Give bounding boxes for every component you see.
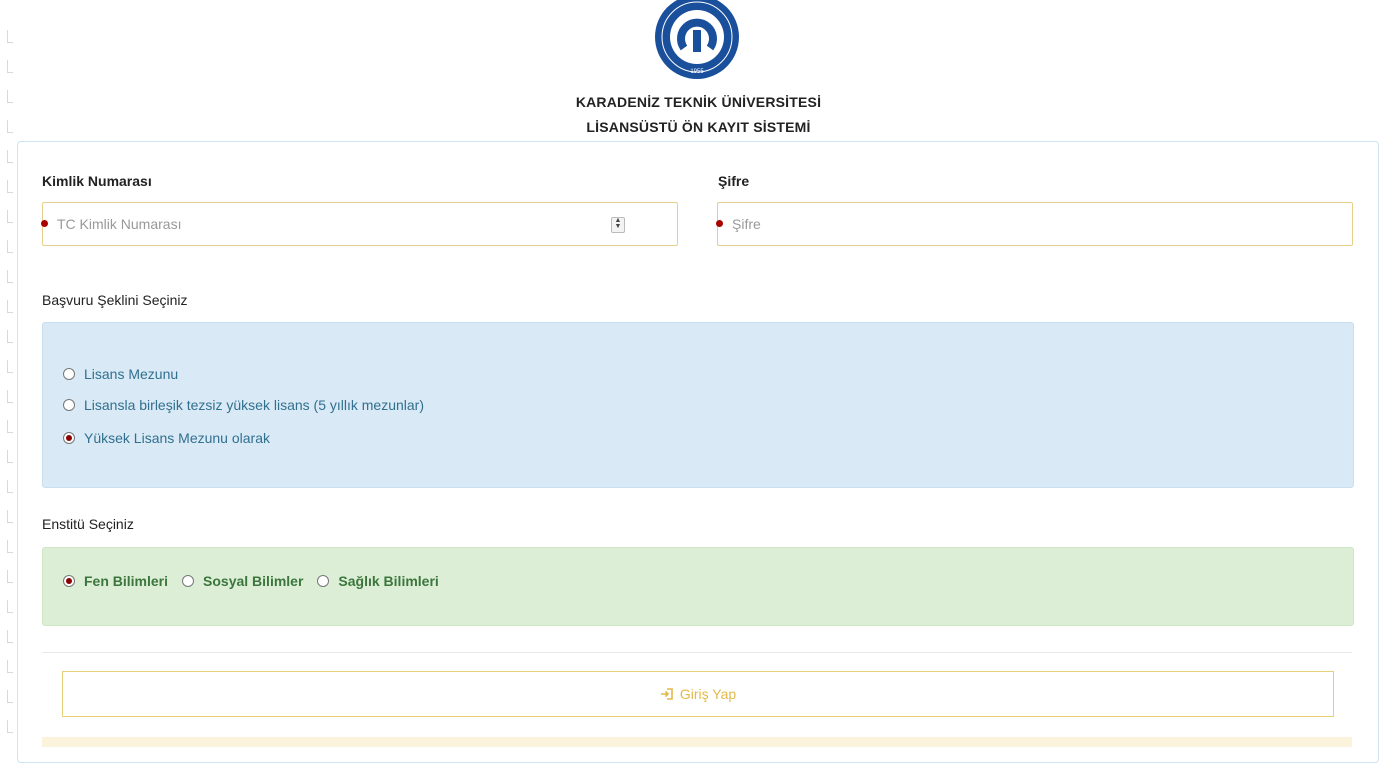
password-input[interactable]: Şifre (716, 202, 1353, 246)
required-indicator (41, 220, 48, 227)
radio-bachelor-graduate[interactable]: Lisans Mezunu (63, 366, 178, 382)
password-label: Şifre (718, 173, 750, 189)
system-title: LİSANSÜSTÜ ÖN KAYIT SİSTEMİ (586, 119, 811, 135)
institute-label: Enstitü Seçiniz (42, 516, 134, 532)
login-button[interactable]: Giriş Yap (62, 671, 1334, 717)
password-placeholder: Şifre (732, 216, 761, 232)
id-label: Kimlik Numarası (42, 173, 152, 189)
logo-year: 1955 (690, 69, 704, 75)
radio-health-institute[interactable]: Sağlık Bilimleri (317, 573, 439, 589)
radio-science-institute[interactable]: Fen Bilimleri (63, 573, 168, 589)
id-number-input[interactable]: TC Kimlik Numarası ▲ ▼ (41, 202, 678, 246)
required-indicator (716, 220, 723, 227)
radio-integrated-masters[interactable]: Lisansla birleşik tezsiz yüksek lisans (… (63, 397, 424, 413)
radio-button[interactable] (317, 575, 330, 587)
radio-button-checked[interactable] (63, 575, 75, 587)
radio-button-checked[interactable] (63, 432, 75, 444)
application-type-label: Başvuru Şeklini Seçiniz (42, 292, 188, 308)
login-button-label: Giriş Yap (679, 686, 737, 702)
id-number-placeholder: TC Kimlik Numarası (57, 216, 182, 232)
divider (42, 652, 1352, 653)
radio-button[interactable] (182, 575, 195, 587)
number-spinner[interactable]: ▲ ▼ (611, 217, 625, 233)
radio-button[interactable] (63, 368, 75, 380)
left-page-edge (4, 30, 14, 746)
university-title: KARADENİZ TEKNİK ÜNİVERSİTESİ (575, 94, 822, 110)
university-logo: 1955 (655, 0, 739, 79)
radio-button[interactable] (63, 399, 75, 411)
institute-options: Fen Bilimleri Sosyal Bilimler Sağlık Bil… (63, 573, 453, 589)
radio-social-institute[interactable]: Sosyal Bilimler (182, 573, 303, 589)
radio-masters-graduate[interactable]: Yüksek Lisans Mezunu olarak (63, 430, 270, 446)
sign-in-icon (660, 688, 673, 700)
